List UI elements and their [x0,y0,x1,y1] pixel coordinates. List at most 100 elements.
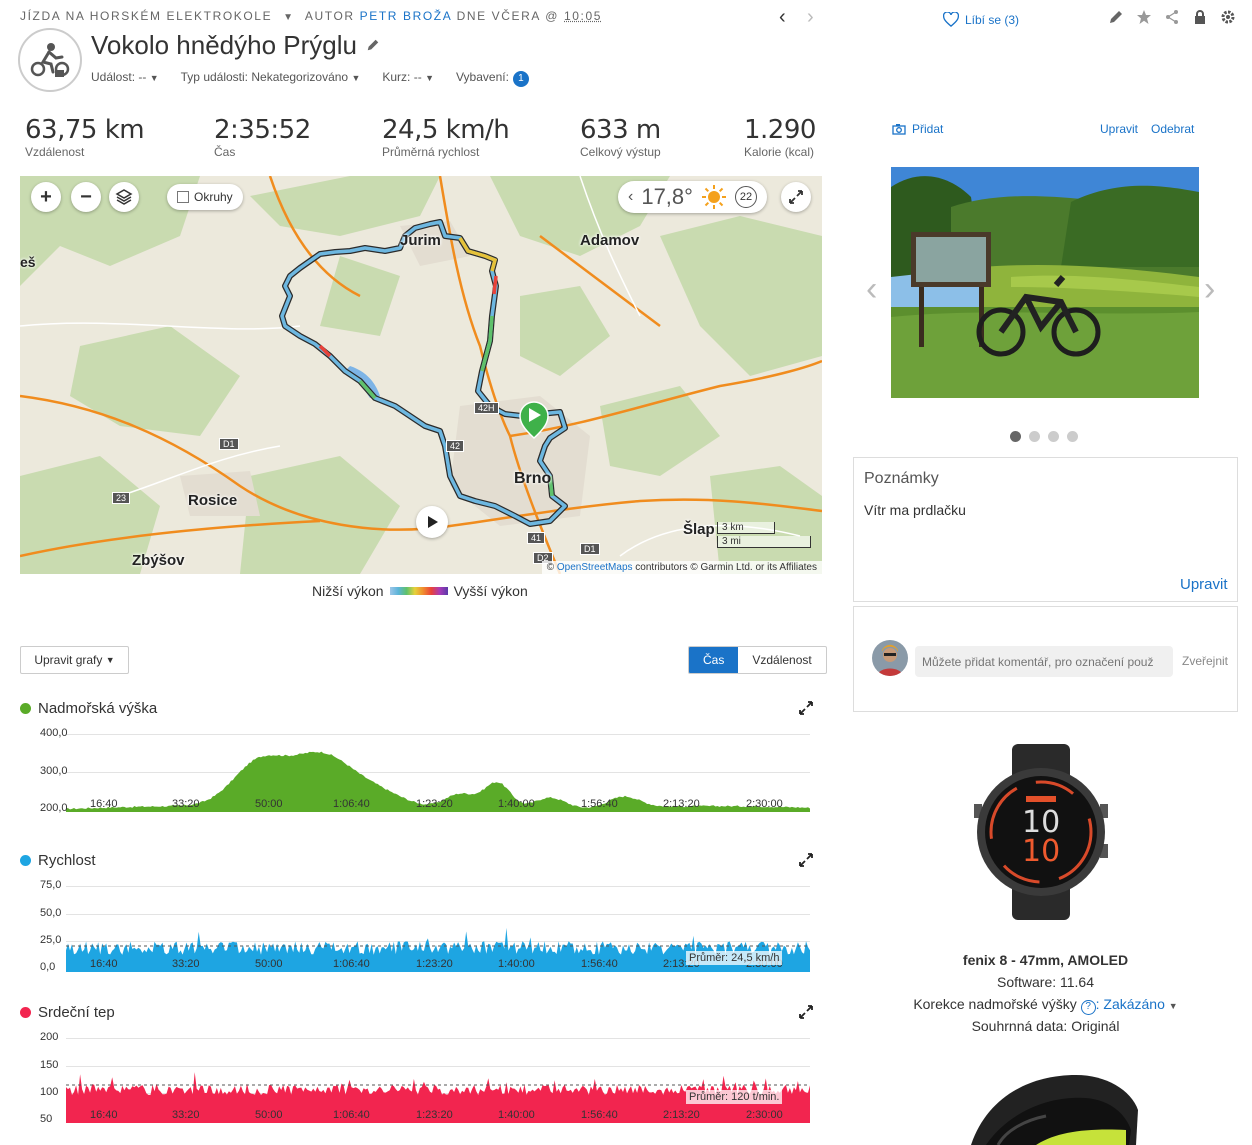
y-tick-label: 75,0 [40,879,62,891]
photo-pagination [1010,431,1078,442]
y-tick-label: 0,0 [40,961,56,973]
previous-activity-icon[interactable]: ‹ [779,6,786,29]
photo-dot[interactable] [1067,431,1078,442]
x-tick-label: 1:23:20 [416,798,453,810]
equipment-count-badge: 1 [512,71,529,87]
x-tick-label: 1:23:20 [416,1109,453,1121]
openstreetmaps-link[interactable]: OpenStreetMaps [557,562,633,573]
caret-down-icon: ▼ [351,73,361,83]
play-icon [428,516,438,528]
edit-title-pencil-icon[interactable] [366,38,380,57]
activity-photo[interactable] [891,167,1199,398]
x-tick-label: 1:40:00 [498,958,535,970]
activity-type-dropdown-icon[interactable]: ▼ [283,12,295,23]
comment-input[interactable] [915,646,1173,677]
okruhy-checkbox[interactable] [177,191,189,203]
like-label: Líbí se (3) [965,12,1020,27]
edit-notes-link[interactable]: Upravit [1180,576,1228,593]
x-tick-label: 33:20 [172,1109,200,1121]
road-number: D1 [580,543,600,555]
next-activity-icon[interactable]: › [807,6,814,29]
wind-speed: 22 [734,186,757,208]
stat-time: 2:35:52 Čas [214,115,311,159]
notes-text: Vítr ma prdlačku [864,502,966,518]
chart-title: Nadmořská výška [20,700,157,717]
chart-title-label: Rychlost [38,852,96,869]
axis-toggle[interactable]: Čas Vzdálenost [688,646,827,674]
okruhy-toggle[interactable]: Okruhy [167,184,243,210]
activity-type[interactable]: JÍZDA NA HORSKÉM ELEKTROKOLE [20,9,272,23]
activity-meta-row: Událost: -- ▼ Typ události: Nekategorizo… [91,70,529,87]
camera-icon [892,124,906,135]
stat-value: 24,5 km/h [382,115,510,145]
legend-high-label: Vyšší výkon [453,583,528,599]
event-dropdown[interactable]: Událost: -- ▼ [91,70,159,87]
map-scale: 3 km 3 mi [717,522,811,550]
notes-title: Poznámky [864,470,939,487]
map-town-label: Šlap [683,521,715,538]
edit-photo-link[interactable]: Upravit [1100,122,1138,136]
chart-title: Srdeční tep [20,1004,115,1021]
star-icon[interactable] [1136,9,1152,25]
elevation-correction: Korekce nadmořské výšky ?: Zakázáno ▼ [853,996,1238,1015]
x-tick-label: 16:40 [90,1109,118,1121]
fullscreen-button[interactable] [781,182,811,212]
map-town-label: Jurim [400,232,441,249]
series-color-dot [20,855,31,866]
photo-prev-icon[interactable]: ‹ [866,270,877,309]
temperature: 17,8° [641,184,693,209]
x-tick-label: 1:06:40 [333,958,370,970]
legend-low-label: Nižší výkon [312,583,384,599]
gear-equipment[interactable]: Vybavení: 1 [456,70,529,87]
help-icon[interactable]: ? [1080,1000,1096,1015]
stat-value: 2:35:52 [214,115,311,145]
event-type-dropdown[interactable]: Typ události: Nekategorizováno ▼ [181,70,361,87]
device-summary-data: Souhrnná data: Originál [971,1018,1120,1034]
share-icon[interactable] [1164,9,1180,25]
device-image: 10 10 [972,744,1110,920]
okruhy-label: Okruhy [194,190,233,204]
zoom-in-button[interactable]: + [31,182,61,212]
chart-expand-icon[interactable] [799,1005,813,1022]
zoom-out-button[interactable]: − [71,182,101,212]
author-link[interactable]: PETR BROŽA [360,9,452,23]
play-route-button[interactable] [416,506,448,538]
remove-photo-link[interactable]: Odebrat [1151,122,1194,136]
scale-km: 3 km [717,522,775,534]
road-number: 42H [474,402,499,414]
gear-icon[interactable] [1220,9,1236,25]
lock-icon[interactable] [1192,9,1208,25]
publish-button[interactable]: Zveřejnit [1182,654,1228,668]
route-map[interactable]: Jurim Adamov Brno Rosice Zbýšov Šlap eš … [20,176,822,574]
map-town-label: eš [20,254,36,270]
series-color-dot [20,703,31,714]
edit-charts-button[interactable]: Upravit grafy ▼ [20,646,129,674]
photo-next-icon[interactable]: › [1204,270,1215,309]
add-photo-label: Přidat [912,122,944,136]
chevron-left-icon[interactable]: ‹ [628,188,633,206]
avatar [872,640,908,676]
toggle-time[interactable]: Čas [689,647,739,673]
x-tick-label: 33:20 [172,798,200,810]
stat-label: Celkový výstup [580,145,661,159]
photo-dot[interactable] [1010,431,1021,442]
device-software: Software: 11.64 [996,974,1095,990]
pencil-icon[interactable] [1108,9,1124,25]
ebike-icon [30,43,70,77]
photo-dot[interactable] [1048,431,1059,442]
layers-button[interactable] [109,182,139,212]
map-town-label: Brno [514,470,552,487]
add-photo-button[interactable]: Přidat [892,122,943,136]
like-button[interactable]: Líbí se (3) [943,12,1019,27]
chart-expand-icon[interactable] [799,701,813,718]
edit-charts-label: Upravit grafy [34,653,103,667]
attribution-prefix: © [546,562,555,573]
chart-expand-icon[interactable] [799,853,813,870]
course-dropdown[interactable]: Kurz: -- ▼ [382,70,434,87]
toggle-distance[interactable]: Vzdálenost [738,647,825,673]
photo-dot[interactable] [1029,431,1040,442]
layers-icon [115,189,133,205]
weather-panel[interactable]: ‹ 17,8° 22 [618,181,767,213]
x-tick-label: 50:00 [255,798,283,810]
elevation-correction-dropdown[interactable]: Zakázáno ▼ [1103,996,1177,1012]
